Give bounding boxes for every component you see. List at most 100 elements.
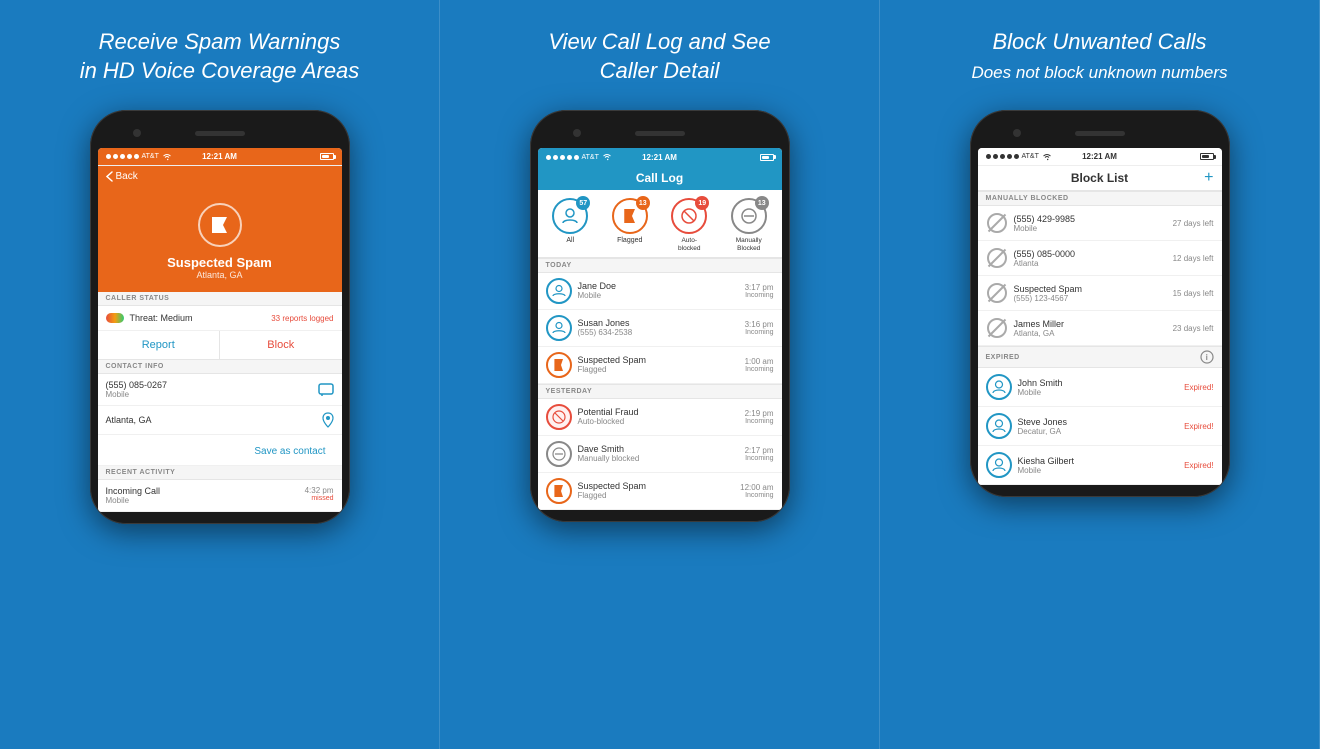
add-block-button[interactable]: + [1204, 169, 1213, 187]
phone-number: (555) 085-0267 [106, 380, 318, 390]
blocked-name-3: Suspected Spam [1014, 284, 1167, 294]
call-name-spam-today: Suspected Spam [578, 355, 739, 365]
panel-block-list: Block Unwanted Calls Does not block unkn… [880, 0, 1320, 749]
block-list-header: Block List + [978, 166, 1222, 191]
blocked-row-4[interactable]: James Miller Atlanta, GA 23 days left [978, 311, 1222, 346]
phone-camera-2 [573, 129, 581, 137]
flag-icon-spam-yesterday [546, 478, 572, 504]
phone-speaker-3 [1075, 131, 1125, 136]
message-icon [318, 383, 334, 397]
no-call-icon-3 [986, 282, 1008, 304]
phone-frame-2: AT&T 12:21 AM Call Log [530, 110, 790, 522]
location-icon [322, 412, 334, 428]
expired-name-kiesha-gilbert: Kiesha Gilbert [1018, 456, 1179, 466]
status-carrier-2: AT&T [582, 154, 599, 161]
expired-row-steve-jones[interactable]: Steve Jones Decatur, GA Expired! [978, 407, 1222, 446]
recent-call-status: missed [305, 495, 334, 502]
location: Atlanta, GA [106, 415, 322, 425]
hero-subtitle: Atlanta, GA [196, 270, 242, 280]
threat-row: Threat: Medium 33 reports logged [98, 306, 342, 331]
filter-all[interactable]: 57 All [542, 198, 600, 253]
phone-type: Mobile [106, 390, 318, 399]
expired-sub-steve-jones: Decatur, GA [1018, 427, 1179, 436]
autoblocked-icon-fraud [546, 404, 572, 430]
user-icon-all [561, 207, 579, 225]
expired-row-kiesha-gilbert[interactable]: Kiesha Gilbert Mobile Expired! [978, 446, 1222, 485]
filter-manually[interactable]: 13 ManuallyBlocked [720, 198, 778, 253]
recent-call-time: 4:32 pm [305, 486, 334, 495]
filter-flagged-icon-wrap: 13 [612, 198, 648, 234]
phone-notch-2 [538, 122, 782, 144]
flag-icon [209, 214, 231, 236]
call-row-dave-smith[interactable]: Dave Smith Manually blocked 2:17 pm Inco… [538, 436, 782, 473]
contact-info-header: CONTACT INFO [98, 360, 342, 374]
phone-frame-1: AT&T 12:21 AM Back [90, 110, 350, 524]
back-button[interactable]: Back [106, 171, 138, 182]
expired-header: EXPIRED i [978, 346, 1222, 368]
call-row-spam-today[interactable]: Suspected Spam Flagged 1:00 am Incoming [538, 347, 782, 384]
call-name-jane-doe: Jane Doe [578, 281, 739, 291]
call-log-header: Call Log [538, 166, 782, 190]
blocked-name-1: (555) 429-9985 [1014, 214, 1167, 224]
filter-manually-icon-wrap: 13 [731, 198, 767, 234]
blocked-sub-4: Atlanta, GA [1014, 329, 1167, 338]
phone-screen-3: AT&T 12:21 AM Block List + MANUALLY BLOC… [978, 148, 1222, 485]
blocked-row-2[interactable]: (555) 085-0000 Atlanta 12 days left [978, 241, 1222, 276]
status-carrier-3: AT&T [1022, 153, 1039, 160]
reports-count: 33 reports logged [271, 314, 333, 323]
caller-status-header: CALLER STATUS [98, 292, 342, 306]
status-time-1: 12:21 AM [202, 152, 237, 161]
call-row-jane-doe[interactable]: Jane Doe Mobile 3:17 pm Incoming [538, 273, 782, 310]
call-name-spam-yesterday: Suspected Spam [578, 481, 735, 491]
call-log-filters: 57 All 13 Flagged 19 Auto-blo [538, 190, 782, 258]
report-button[interactable]: Report [98, 331, 221, 359]
block-button[interactable]: Block [220, 331, 342, 359]
filter-flagged[interactable]: 13 Flagged [601, 198, 659, 253]
wifi-icon-1 [162, 153, 172, 161]
recent-activity-header: RECENT ACTIVITY [98, 466, 342, 480]
no-call-icon-4 [986, 317, 1008, 339]
yesterday-header: YESTERDAY [538, 384, 782, 399]
flag-icon-filter [621, 207, 639, 225]
filter-autoblocked-icon-wrap: 19 [671, 198, 707, 234]
phone-camera-1 [133, 129, 141, 137]
call-name-potential-fraud: Potential Fraud [578, 407, 739, 417]
call-row-susan-jones[interactable]: Susan Jones (555) 634-2538 3:16 pm Incom… [538, 310, 782, 347]
filter-all-icon-wrap: 57 [552, 198, 588, 234]
info-icon: i [1200, 350, 1214, 364]
blocked-sub-2: Atlanta [1014, 259, 1167, 268]
filter-flagged-badge: 13 [636, 196, 650, 210]
filter-autoblocked[interactable]: 19 Auto-blocked [661, 198, 719, 253]
expired-row-john-smith[interactable]: John Smith Mobile Expired! [978, 368, 1222, 407]
blocked-sub-3: (555) 123-4567 [1014, 294, 1167, 303]
filter-all-label: All [566, 237, 574, 245]
call-row-potential-fraud[interactable]: Potential Fraud Auto-blocked 2:19 pm Inc… [538, 399, 782, 436]
hero-section: Suspected Spam Atlanta, GA [98, 187, 342, 292]
call-sub-jane-doe: Mobile [578, 291, 739, 300]
action-buttons: Report Block [98, 331, 342, 360]
blocked-sub-1: Mobile [1014, 224, 1167, 233]
block-list-title: Block List [1071, 171, 1128, 185]
save-contact-link[interactable]: Save as contact [246, 438, 333, 465]
filter-all-badge: 57 [576, 196, 590, 210]
phone-notch-3 [978, 122, 1222, 144]
recent-call-row: Incoming Call Mobile 4:32 pm missed [98, 480, 342, 512]
expired-sub-john-smith: Mobile [1018, 388, 1179, 397]
user-icon-john-smith [986, 374, 1012, 400]
blocked-row-1[interactable]: (555) 429-9985 Mobile 27 days left [978, 206, 1222, 241]
call-row-spam-yesterday[interactable]: Suspected Spam Flagged 12:00 am Incoming [538, 473, 782, 510]
today-header: TODAY [538, 258, 782, 273]
panel-call-log: View Call Log and See Caller Detail AT&T [440, 0, 880, 749]
status-bar-1: AT&T 12:21 AM [98, 148, 342, 166]
filter-flagged-label: Flagged [617, 237, 642, 245]
expired-status-kiesha-gilbert: Expired! [1184, 461, 1213, 470]
filter-autoblocked-label: Auto-blocked [678, 237, 700, 253]
phone-screen-1: AT&T 12:21 AM Back [98, 148, 342, 512]
filter-manually-badge: 13 [755, 196, 769, 210]
blocked-row-3[interactable]: Suspected Spam (555) 123-4567 15 days le… [978, 276, 1222, 311]
status-bar-3: AT&T 12:21 AM [978, 148, 1222, 166]
manually-blocked-icon [740, 207, 758, 225]
user-icon-kiesha-gilbert [986, 452, 1012, 478]
status-time-3: 12:21 AM [1082, 152, 1117, 161]
autoblocked-icon [680, 207, 698, 225]
